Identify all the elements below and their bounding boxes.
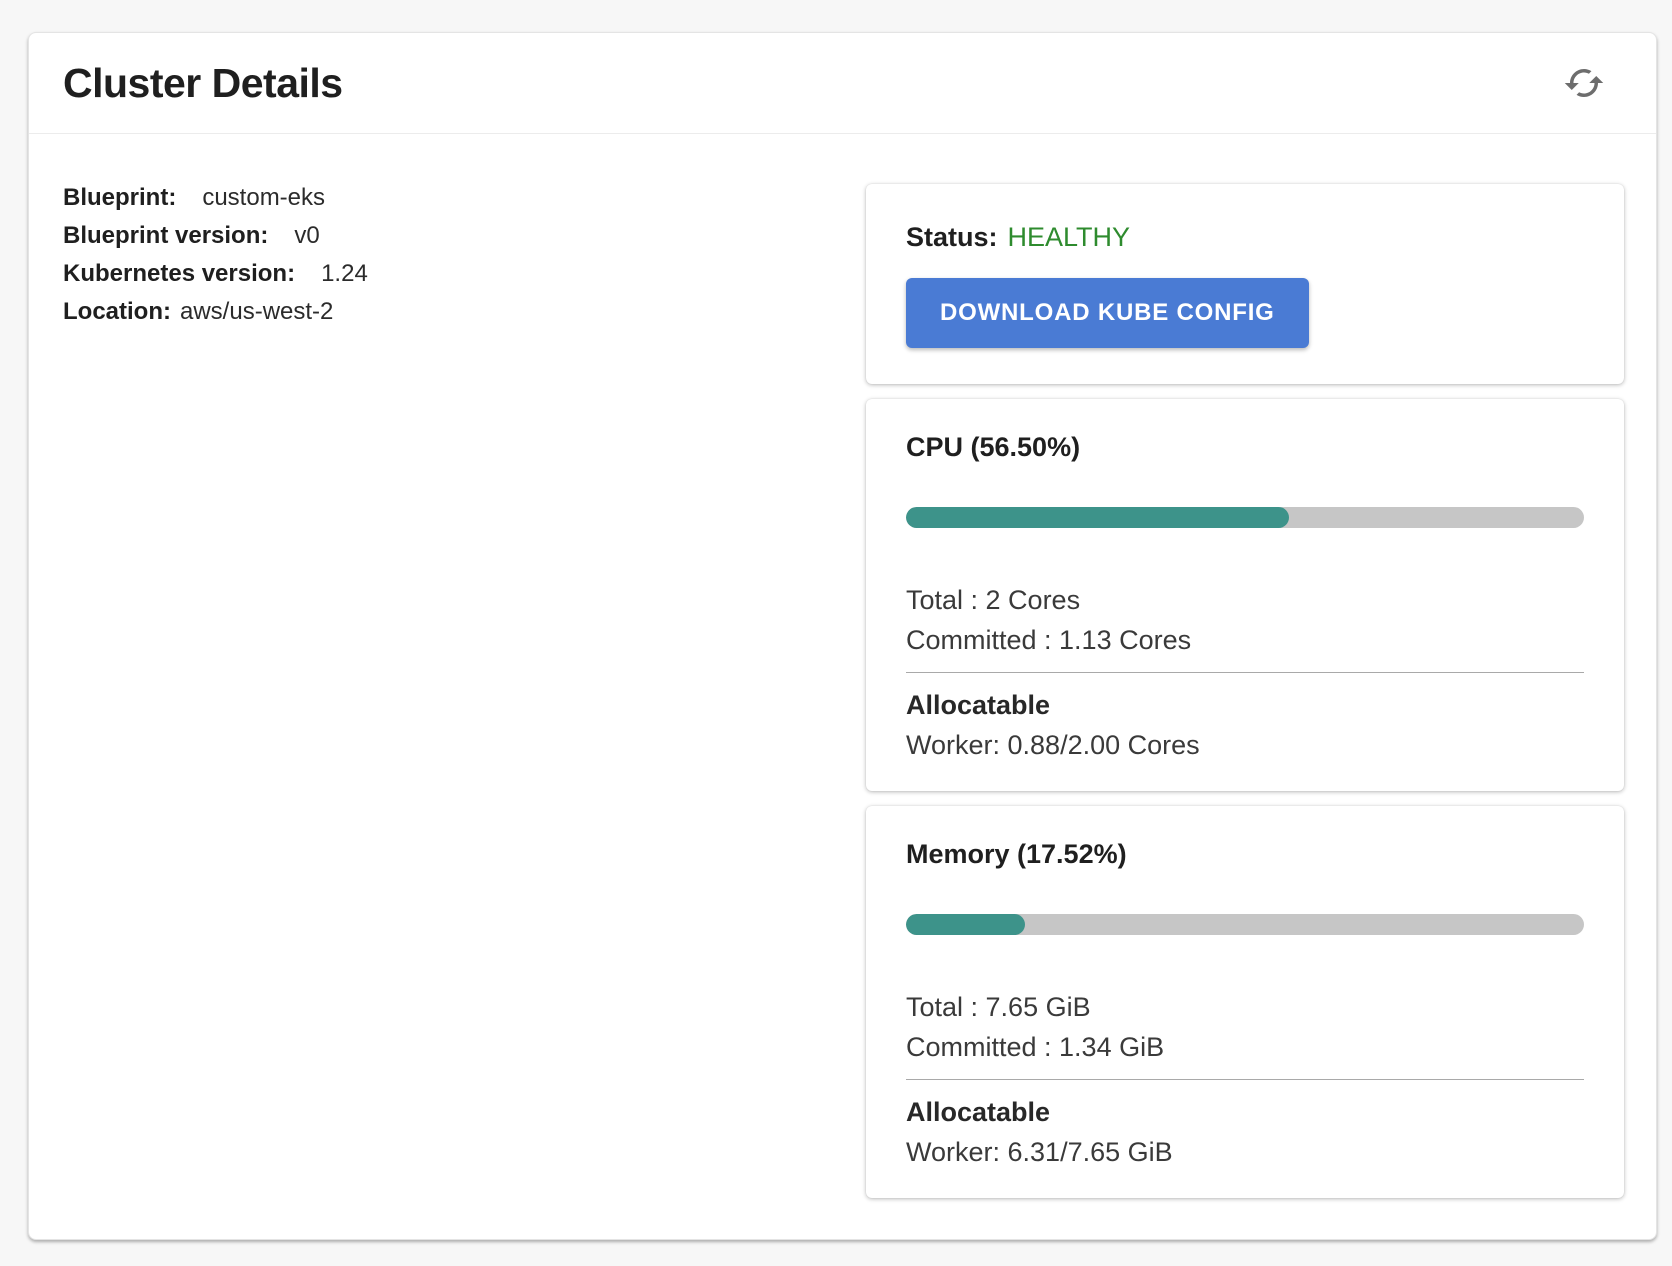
status-line: Status: HEALTHY bbox=[906, 222, 1584, 252]
cluster-details-panel: Cluster Details Blueprint: custom-eks Blu… bbox=[28, 32, 1657, 1240]
kubernetes-version-label: Kubernetes version: bbox=[63, 260, 295, 287]
cpu-totals: Total : 2 Cores Committed : 1.13 Cores bbox=[906, 580, 1584, 660]
status-label: Status: bbox=[906, 222, 998, 252]
memory-worker: Worker: 6.31/7.65 GiB bbox=[906, 1132, 1584, 1172]
cpu-progress-track bbox=[906, 507, 1584, 528]
detail-row-kubernetes-version: Kubernetes version: 1.24 bbox=[63, 255, 866, 293]
memory-total: Total : 7.65 GiB bbox=[906, 987, 1584, 1027]
detail-row-location: Location: aws/us-west-2 bbox=[63, 293, 866, 331]
cluster-info: Blueprint: custom-eks Blueprint version: v… bbox=[63, 179, 866, 1198]
memory-title: Memory (17.52%) bbox=[906, 836, 1584, 872]
status-card: Status: HEALTHY DOWNLOAD KUBE CONFIG bbox=[866, 184, 1624, 384]
cpu-committed: Committed : 1.13 Cores bbox=[906, 620, 1584, 660]
memory-card: Memory (17.52%) Total : 7.65 GiB Committ… bbox=[866, 806, 1624, 1198]
cpu-allocatable-label: Allocatable bbox=[906, 685, 1584, 725]
panel-header: Cluster Details bbox=[29, 33, 1656, 134]
memory-allocatable-label: Allocatable bbox=[906, 1092, 1584, 1132]
cpu-worker: Worker: 0.88/2.00 Cores bbox=[906, 725, 1584, 765]
cpu-divider bbox=[906, 672, 1584, 673]
blueprint-label: Blueprint: bbox=[63, 184, 176, 211]
status-badge: HEALTHY bbox=[1008, 222, 1131, 252]
detail-row-blueprint: Blueprint: custom-eks bbox=[63, 179, 866, 217]
download-kube-config-button[interactable]: DOWNLOAD KUBE CONFIG bbox=[906, 278, 1309, 348]
memory-progress-track bbox=[906, 914, 1584, 935]
refresh-button[interactable] bbox=[1558, 57, 1610, 109]
memory-divider bbox=[906, 1079, 1584, 1080]
location-value: aws/us-west-2 bbox=[180, 298, 333, 325]
cpu-progress-fill bbox=[906, 507, 1289, 528]
memory-committed: Committed : 1.34 GiB bbox=[906, 1027, 1584, 1067]
panel-body: Blueprint: custom-eks Blueprint version: v… bbox=[29, 134, 1656, 1198]
blueprint-version-value: v0 bbox=[294, 222, 319, 249]
kubernetes-version-value: 1.24 bbox=[321, 260, 368, 287]
detail-row-blueprint-version: Blueprint version: v0 bbox=[63, 217, 866, 255]
page-title: Cluster Details bbox=[63, 60, 343, 107]
refresh-icon bbox=[1563, 62, 1605, 104]
blueprint-value: custom-eks bbox=[202, 184, 325, 211]
blueprint-version-label: Blueprint version: bbox=[63, 222, 268, 249]
cpu-card: CPU (56.50%) Total : 2 Cores Committed :… bbox=[866, 399, 1624, 791]
cpu-title: CPU (56.50%) bbox=[906, 429, 1584, 465]
metrics-column: Status: HEALTHY DOWNLOAD KUBE CONFIG CPU … bbox=[866, 179, 1624, 1198]
cpu-total: Total : 2 Cores bbox=[906, 580, 1584, 620]
memory-totals: Total : 7.65 GiB Committed : 1.34 GiB bbox=[906, 987, 1584, 1067]
location-label: Location: bbox=[63, 298, 171, 325]
memory-progress-fill bbox=[906, 914, 1025, 935]
